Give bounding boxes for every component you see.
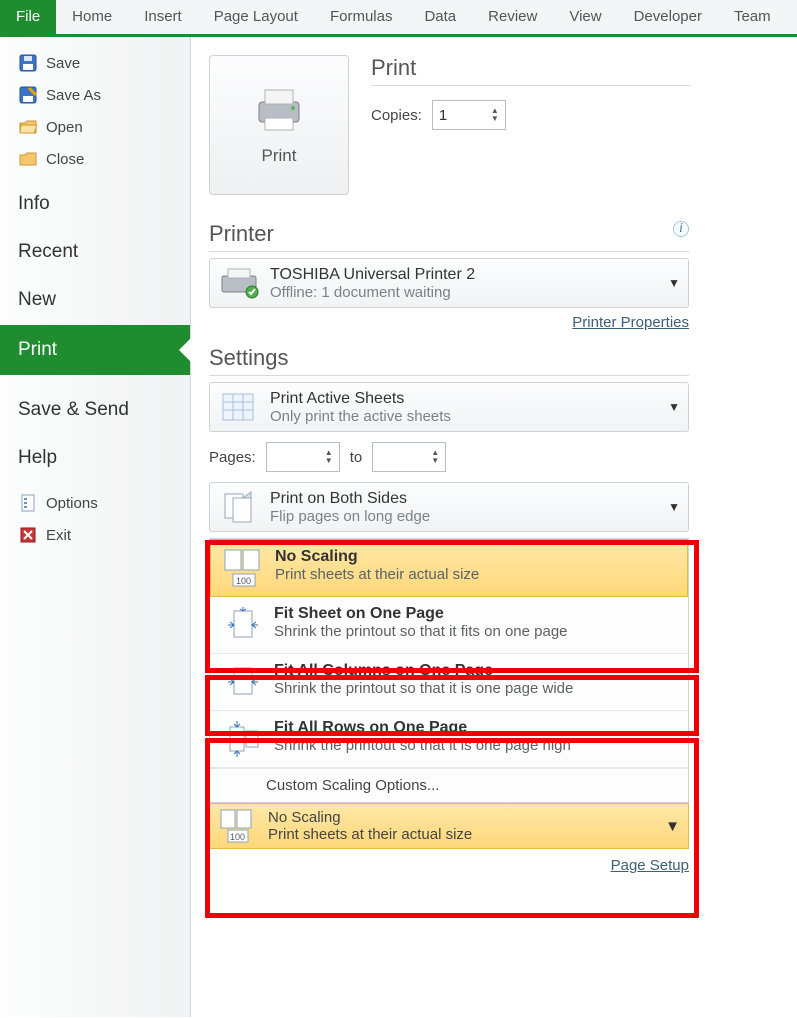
printer-properties-link[interactable]: Printer Properties [572,314,689,331]
save-as-icon [18,85,38,105]
ribbon-tabs: File Home Insert Page Layout Formulas Da… [0,0,797,37]
print-what-title: Print Active Sheets [270,390,658,408]
highlight-box [205,738,699,918]
printer-name: TOSHIBA Universal Printer 2 [270,266,658,284]
print-button[interactable]: Print [209,55,349,195]
both-sides-icon [218,489,260,525]
printer-device-icon [218,265,260,301]
spinner-arrows-icon[interactable]: ▲▼ [325,449,339,465]
print-button-label: Print [262,146,297,166]
pages-to[interactable]: ▲▼ [372,442,446,472]
highlight-box [205,540,699,673]
sidebar-label: Exit [46,527,71,544]
sidebar-save-as[interactable]: Save As [0,79,190,111]
print-what-sub: Only print the active sheets [270,408,658,425]
tab-developer[interactable]: Developer [618,0,718,34]
pages-to-input[interactable] [373,445,431,470]
sidebar-label: Save [46,55,80,72]
print-backstage: Print Print Copies: ▲▼ Printer i [191,37,797,1017]
spinner-arrows-icon[interactable]: ▲▼ [431,449,445,465]
tab-file[interactable]: File [0,0,56,34]
tab-team[interactable]: Team [718,0,787,34]
scaling-area: 100 No Scaling Print sheets at their act… [209,538,689,849]
pages-from[interactable]: ▲▼ [266,442,340,472]
tab-view[interactable]: View [553,0,617,34]
chevron-down-icon: ▼ [668,276,680,290]
copies-label: Copies: [371,107,422,124]
sidebar-label: Close [46,151,84,168]
sheets-icon [218,389,260,425]
printer-dropdown[interactable]: TOSHIBA Universal Printer 2 Offline: 1 d… [209,258,689,308]
info-icon[interactable]: i [673,221,689,237]
pages-label: Pages: [209,449,256,466]
sidebar-options[interactable]: Options [0,487,190,519]
backstage-sidebar: Save Save As Open Close Info Recent New … [0,37,191,1017]
sides-title: Print on Both Sides [270,490,658,508]
chevron-down-icon: ▼ [668,400,680,414]
sidebar-label: Save As [46,87,101,104]
sidebar-print[interactable]: Print [0,325,190,375]
exit-icon [18,525,38,545]
highlight-box [205,675,699,736]
printer-icon [251,84,307,134]
pages-from-input[interactable] [267,445,325,470]
sidebar-close[interactable]: Close [0,143,190,175]
print-title: Print [371,55,691,86]
tab-home[interactable]: Home [56,0,128,34]
sidebar-info[interactable]: Info [0,175,190,223]
copies-input[interactable] [433,103,491,128]
sidebar-new[interactable]: New [0,271,190,319]
sidebar-label: Options [46,495,98,512]
tab-review[interactable]: Review [472,0,553,34]
chevron-down-icon: ▼ [668,500,680,514]
folder-close-icon [18,149,38,169]
sidebar-save-send[interactable]: Save & Send [0,381,190,429]
printer-status: Offline: 1 document waiting [270,284,658,301]
tab-formulas[interactable]: Formulas [314,0,409,34]
save-icon [18,53,38,73]
tab-insert[interactable]: Insert [128,0,198,34]
sidebar-label: Open [46,119,83,136]
settings-section-title: Settings [209,345,689,376]
folder-open-icon [18,117,38,137]
options-icon [18,493,38,513]
sides-dropdown[interactable]: Print on Both Sides Flip pages on long e… [209,482,689,532]
print-what-dropdown[interactable]: Print Active Sheets Only print the activ… [209,382,689,432]
sidebar-save[interactable]: Save [0,47,190,79]
sides-sub: Flip pages on long edge [270,508,658,525]
sidebar-open[interactable]: Open [0,111,190,143]
sidebar-help[interactable]: Help [0,429,190,477]
pages-to-label: to [350,449,363,466]
spinner-arrows-icon[interactable]: ▲▼ [491,107,505,123]
printer-section-title: Printer i [209,221,689,252]
sidebar-exit[interactable]: Exit [0,519,190,551]
sidebar-recent[interactable]: Recent [0,223,190,271]
tab-page-layout[interactable]: Page Layout [198,0,314,34]
copies-spinner[interactable]: ▲▼ [432,100,506,130]
tab-data[interactable]: Data [408,0,472,34]
